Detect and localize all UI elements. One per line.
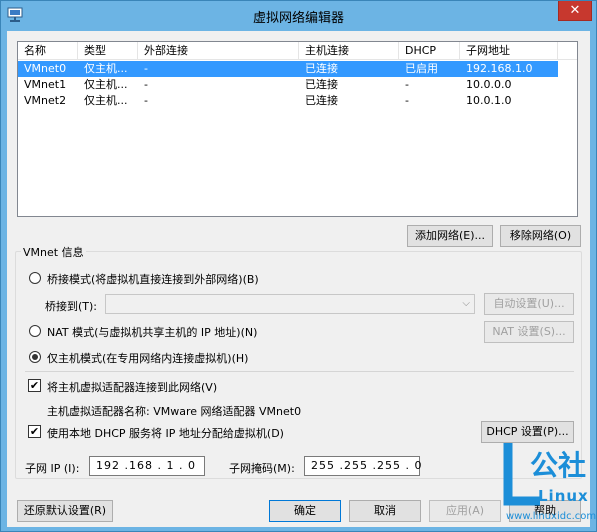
network-list[interactable]: 名称 类型 外部连接 主机连接 DHCP 子网地址 VMnet0 仅主机... …	[17, 41, 578, 217]
apply-button[interactable]: 应用(A)	[429, 500, 501, 522]
watermark-url: www.linuxidc.com	[506, 511, 597, 522]
svg-text:公社: 公社	[530, 449, 586, 482]
subnet-ip-input[interactable]: 192 .168 . 1 . 0	[89, 456, 205, 476]
cancel-button[interactable]: 取消	[349, 500, 421, 522]
cell-name: VMnet2	[24, 94, 67, 107]
title-bar[interactable]: 虚拟网络编辑器 ✕	[1, 1, 596, 31]
nat-mode-radio[interactable]	[29, 325, 41, 337]
remove-network-button[interactable]: 移除网络(O)	[500, 225, 581, 247]
host-only-mode-label[interactable]: 仅主机模式(在专用网络内连接虚拟机)(H)	[47, 350, 248, 366]
cell-type: 仅主机...	[84, 62, 128, 75]
nat-settings-button[interactable]: NAT 设置(S)...	[484, 321, 574, 343]
column-header-external[interactable]: 外部连接	[138, 42, 299, 60]
chevron-down-icon: ⌵	[462, 298, 470, 309]
cell-host: 已连接	[305, 62, 338, 75]
column-header-dhcp[interactable]: DHCP	[399, 42, 460, 60]
add-network-button[interactable]: 添加网络(E)...	[407, 225, 493, 247]
window-title: 虚拟网络编辑器	[252, 11, 344, 26]
divider	[25, 371, 574, 372]
table-row[interactable]: VMnet2 仅主机... - 已连接 - 10.0.1.0	[18, 93, 558, 109]
cell-external: -	[144, 94, 148, 107]
cell-dhcp: 已启用	[405, 62, 438, 75]
column-header-name[interactable]: 名称	[18, 42, 78, 60]
cell-dhcp: -	[405, 78, 409, 91]
vmnet-info-title: VMnet 信息	[21, 244, 86, 260]
bridged-mode-label[interactable]: 桥接模式(将虚拟机直接连接到外部网络)(B)	[47, 271, 259, 287]
bridged-mode-radio[interactable]	[29, 272, 41, 284]
use-dhcp-label[interactable]: 使用本地 DHCP 服务将 IP 地址分配给虚拟机(D)	[47, 425, 284, 441]
column-header-subnet[interactable]: 子网地址	[460, 42, 558, 60]
cell-dhcp: -	[405, 94, 409, 107]
cell-name: VMnet1	[24, 78, 67, 91]
cell-host: 已连接	[305, 78, 338, 91]
virtual-network-editor-window: 虚拟网络编辑器 ✕ 名称 类型 外部连接 主机连接 DHCP 子网地址 VMne…	[0, 0, 597, 532]
linuxidc-watermark: 公社 Linux www.linuxidc.com	[500, 439, 596, 527]
subnet-ip-label: 子网 IP (I):	[25, 462, 80, 475]
bridged-to-label: 桥接到(T):	[45, 300, 98, 313]
cell-type: 仅主机...	[84, 94, 128, 107]
cell-subnet: 192.168.1.0	[466, 62, 533, 75]
cell-subnet: 10.0.1.0	[466, 94, 512, 107]
adapter-name-text: 主机虚拟适配器名称: VMware 网络适配器 VMnet0	[47, 405, 302, 418]
cell-host: 已连接	[305, 94, 338, 107]
subnet-mask-input[interactable]: 255 .255 .255 . 0	[304, 456, 421, 476]
close-button[interactable]: ✕	[558, 1, 592, 21]
auto-settings-button[interactable]: 自动设置(U)...	[484, 293, 574, 315]
cell-type: 仅主机...	[84, 78, 128, 91]
table-row[interactable]: VMnet1 仅主机... - 已连接 - 10.0.0.0	[18, 77, 558, 93]
use-dhcp-checkbox[interactable]: ✔	[28, 425, 41, 438]
host-only-mode-radio[interactable]	[29, 351, 41, 363]
cell-name: VMnet0	[24, 62, 67, 75]
ok-button[interactable]: 确定	[269, 500, 341, 522]
cell-external: -	[144, 78, 148, 91]
column-header-host[interactable]: 主机连接	[299, 42, 399, 60]
connect-adapter-checkbox[interactable]: ✔	[28, 379, 41, 392]
table-row[interactable]: VMnet0 仅主机... - 已连接 已启用 192.168.1.0	[18, 61, 558, 77]
column-header-type[interactable]: 类型	[78, 42, 138, 60]
list-header: 名称 类型 外部连接 主机连接 DHCP 子网地址	[18, 42, 577, 60]
restore-defaults-button[interactable]: 还原默认设置(R)	[17, 500, 113, 522]
svg-text:Linux: Linux	[538, 487, 589, 505]
subnet-mask-label: 子网掩码(M):	[229, 462, 295, 475]
nat-mode-label[interactable]: NAT 模式(与虚拟机共享主机的 IP 地址)(N)	[47, 324, 257, 340]
bridged-to-select[interactable]: ⌵	[105, 294, 475, 314]
connect-adapter-label[interactable]: 将主机虚拟适配器连接到此网络(V)	[47, 379, 217, 395]
cell-external: -	[144, 62, 148, 75]
cell-subnet: 10.0.0.0	[466, 78, 512, 91]
